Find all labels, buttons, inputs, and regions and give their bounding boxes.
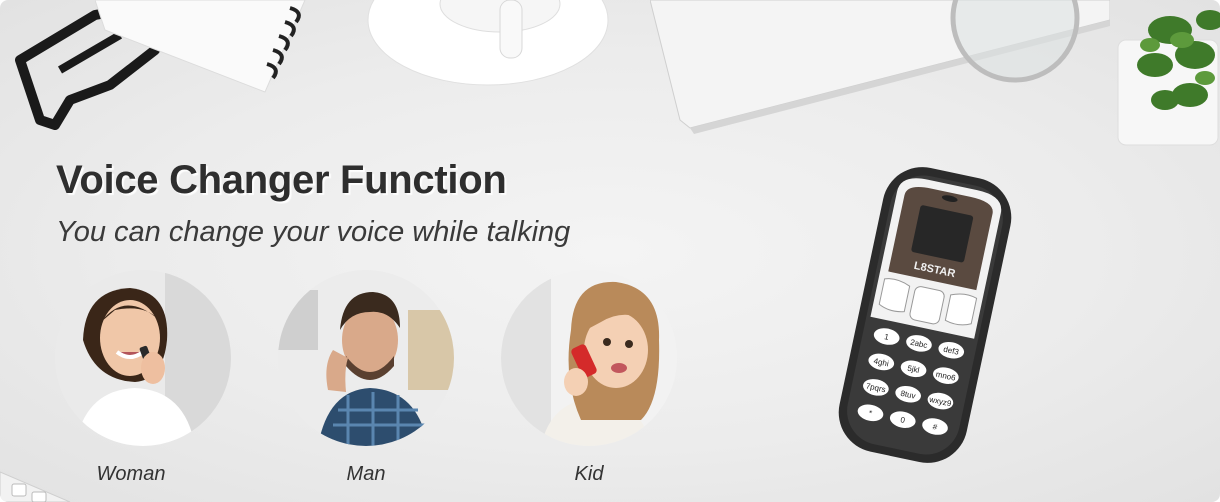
magnifier-decoration: [950, 0, 1080, 83]
woman-photo: [55, 270, 231, 446]
coffee-cup-decoration: [367, 0, 609, 86]
notebook-decoration: [95, 0, 306, 93]
kid-photo: [501, 270, 677, 446]
kid-label: Kid: [574, 463, 604, 485]
woman-label: Woman: [96, 463, 166, 485]
banner-subtitle: You can change your voice while talking: [56, 216, 571, 248]
man-photo: [278, 270, 454, 446]
voice-changer-banner: Voice Changer Function You can change yo…: [0, 0, 1220, 502]
man-label: Man: [346, 463, 386, 485]
plant-decoration: [1117, 10, 1220, 146]
mini-phone-image: L8STAR 12abcdef34ghi5jklmno67pqrs8tuvwxy…: [838, 167, 1012, 463]
banner-title: Voice Changer Function: [56, 158, 507, 202]
